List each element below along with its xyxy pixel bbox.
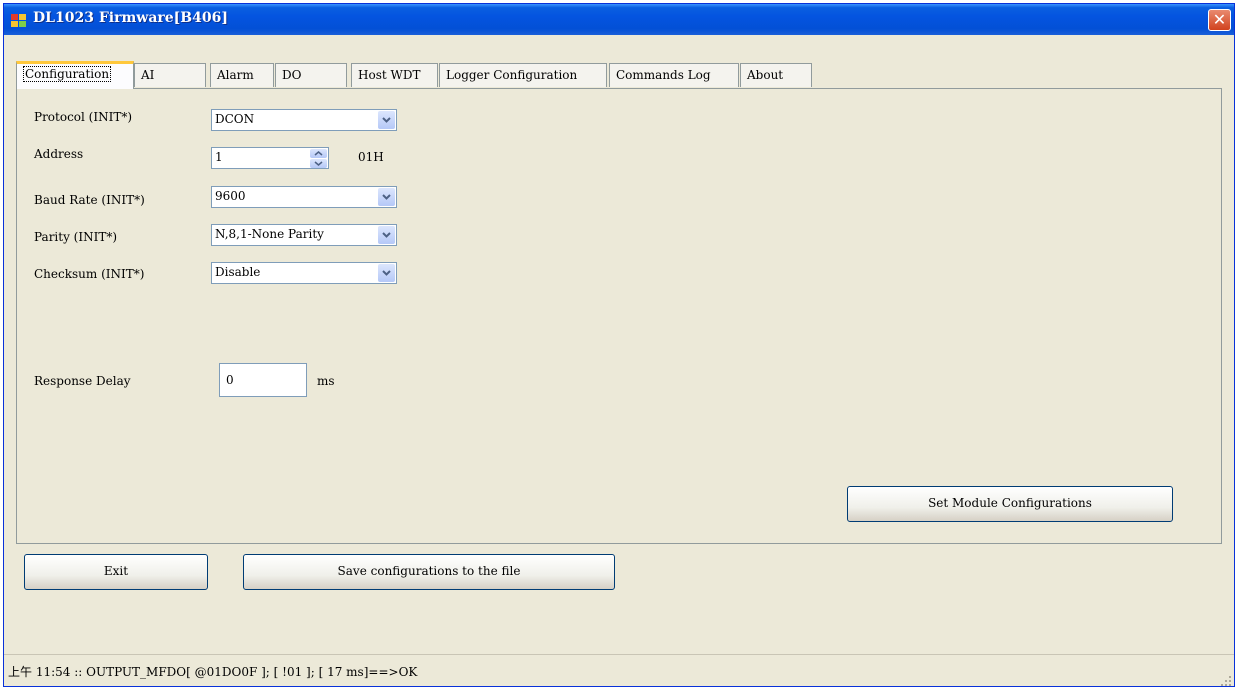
resize-grip-icon[interactable] [1220, 675, 1232, 687]
window-title: DL1023 Firmware[B406] [33, 10, 228, 26]
configuration-panel: Protocol (INIT*) DCON Address 1 01H Baud… [16, 88, 1222, 544]
chevron-down-icon[interactable] [378, 226, 395, 244]
tab-label: Configuration [23, 66, 112, 82]
protocol-select[interactable]: DCON [211, 109, 397, 131]
set-module-configurations-button[interactable]: Set Module Configurations [847, 486, 1173, 522]
address-label: Address [34, 147, 84, 161]
address-hex: 01H [358, 150, 384, 164]
address-stepper[interactable]: 1 [211, 147, 329, 169]
status-bar: 上午 11:54 :: OUTPUT_MFDO[ @01DO0F ]; [ !0… [4, 654, 1234, 687]
checksum-label: Checksum (INIT*) [34, 267, 145, 281]
app-window: DL1023 Firmware[B406] ✕ Configuration AI… [3, 3, 1235, 687]
status-text: 上午 11:54 :: OUTPUT_MFDO[ @01DO0F ]; [ !0… [8, 665, 418, 679]
app-icon [11, 14, 26, 27]
exit-button[interactable]: Exit [24, 554, 208, 590]
parity-value: N,8,1-None Parity [215, 227, 324, 241]
response-delay-value: 0 [226, 373, 234, 387]
chevron-down-icon[interactable] [310, 159, 327, 168]
response-delay-input[interactable]: 0 [219, 363, 307, 397]
chevron-down-icon[interactable] [378, 111, 395, 129]
baud-rate-label: Baud Rate (INIT*) [34, 193, 145, 207]
chevron-down-icon[interactable] [378, 188, 395, 206]
parity-select[interactable]: N,8,1-None Parity [211, 224, 397, 246]
tab-commands-log[interactable]: Commands Log [609, 63, 739, 87]
checksum-value: Disable [215, 265, 261, 279]
tab-do[interactable]: DO [275, 63, 347, 87]
parity-label: Parity (INIT*) [34, 230, 118, 244]
chevron-down-icon[interactable] [378, 264, 395, 282]
baud-rate-select[interactable]: 9600 [211, 186, 397, 208]
tab-ai[interactable]: AI [134, 63, 206, 87]
tab-alarm[interactable]: Alarm [210, 63, 274, 87]
tab-about[interactable]: About [740, 63, 812, 87]
checksum-select[interactable]: Disable [211, 262, 397, 284]
tab-host-wdt[interactable]: Host WDT [351, 63, 438, 87]
baud-rate-value: 9600 [215, 189, 246, 203]
tab-logger-configuration[interactable]: Logger Configuration [439, 63, 607, 87]
protocol-value: DCON [215, 112, 255, 126]
chevron-up-icon[interactable] [310, 149, 327, 158]
protocol-label: Protocol (INIT*) [34, 110, 133, 124]
response-delay-unit: ms [317, 374, 335, 388]
close-icon[interactable]: ✕ [1208, 9, 1231, 31]
address-value: 1 [215, 150, 223, 164]
tab-configuration[interactable]: Configuration [16, 61, 134, 89]
title-bar[interactable]: DL1023 Firmware[B406] ✕ [4, 4, 1234, 35]
response-delay-label: Response Delay [34, 374, 131, 388]
save-configurations-button[interactable]: Save configurations to the file [243, 554, 615, 590]
